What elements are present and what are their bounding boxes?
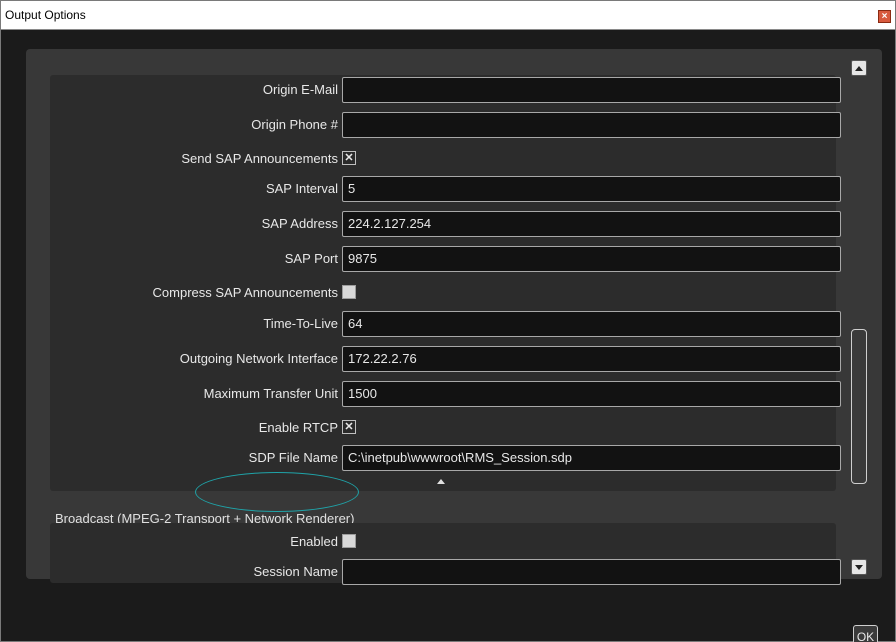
session-name-field[interactable]	[342, 559, 841, 585]
mtu-field[interactable]: 1500	[342, 381, 841, 407]
compress-sap-row: Compress SAP Announcements	[26, 280, 882, 306]
sap-interval-label: SAP Interval	[265, 181, 338, 196]
title-bar: Output Options ×	[1, 1, 895, 30]
sap-address-field[interactable]: 224.2.127.254	[342, 211, 841, 237]
origin-email-row: Origin E-Mail	[26, 77, 882, 103]
origin-phone-label: Origin Phone #	[251, 117, 338, 132]
sap-address-row: SAP Address 224.2.127.254	[26, 211, 882, 237]
broadcast-enabled-label: Enabled	[290, 534, 338, 549]
settings-scroll-area: Origin E-Mail Origin Phone # Send SAP An…	[26, 49, 882, 585]
scroll-thumb[interactable]	[851, 329, 867, 484]
collapse-arrow-icon[interactable]	[437, 479, 445, 484]
sdp-file-field[interactable]: C:\inetpub\wwwroot\RMS_Session.sdp	[342, 445, 841, 471]
send-sap-row: Send SAP Announcements ✕	[26, 146, 882, 172]
broadcast-enabled-row: Enabled	[26, 529, 882, 555]
enable-rtcp-row: Enable RTCP ✕	[26, 415, 882, 441]
network-interface-label: Outgoing Network Interface	[179, 351, 338, 366]
scroll-down-icon[interactable]	[851, 559, 867, 575]
sap-interval-field[interactable]: 5	[342, 176, 841, 202]
dialog-body: Origin E-Mail Origin Phone # Send SAP An…	[2, 31, 894, 642]
broadcast-enabled-checkbox[interactable]	[342, 534, 356, 548]
sap-interval-row: SAP Interval 5	[26, 176, 882, 202]
compress-sap-checkbox[interactable]	[342, 285, 356, 299]
ttl-field[interactable]: 64	[342, 311, 841, 337]
session-name-row: Session Name	[26, 559, 882, 585]
mtu-row: Maximum Transfer Unit 1500	[26, 381, 882, 407]
origin-phone-field[interactable]	[342, 112, 841, 138]
ok-button[interactable]: OK	[853, 625, 878, 642]
sap-port-row: SAP Port 9875	[26, 246, 882, 272]
sap-address-label: SAP Address	[261, 216, 338, 231]
sap-port-label: SAP Port	[284, 251, 338, 266]
send-sap-label: Send SAP Announcements	[181, 151, 338, 166]
origin-email-field[interactable]	[342, 77, 841, 103]
mtu-label: Maximum Transfer Unit	[203, 386, 338, 401]
enable-rtcp-label: Enable RTCP	[258, 420, 338, 435]
origin-email-label: Origin E-Mail	[262, 82, 338, 97]
vertical-scrollbar[interactable]	[851, 54, 869, 584]
network-interface-field[interactable]: 172.22.2.76	[342, 346, 841, 372]
session-name-label: Session Name	[253, 564, 338, 579]
sdp-file-label: SDP File Name	[248, 450, 338, 465]
scroll-up-icon[interactable]	[851, 60, 867, 76]
ttl-row: Time-To-Live 64	[26, 311, 882, 337]
ttl-label: Time-To-Live	[263, 316, 338, 331]
sdp-file-row: SDP File Name C:\inetpub\wwwroot\RMS_Ses…	[26, 445, 882, 471]
send-sap-checkbox[interactable]: ✕	[342, 151, 356, 165]
enable-rtcp-checkbox[interactable]: ✕	[342, 420, 356, 434]
network-interface-row: Outgoing Network Interface 172.22.2.76	[26, 346, 882, 372]
window-title: Output Options	[5, 8, 86, 22]
sap-port-field[interactable]: 9875	[342, 246, 841, 272]
close-icon[interactable]: ×	[878, 10, 891, 23]
output-options-window: Output Options × Origin E-Mail Origin Ph…	[0, 0, 896, 642]
origin-phone-row: Origin Phone #	[26, 112, 882, 138]
compress-sap-label: Compress SAP Announcements	[152, 285, 338, 300]
